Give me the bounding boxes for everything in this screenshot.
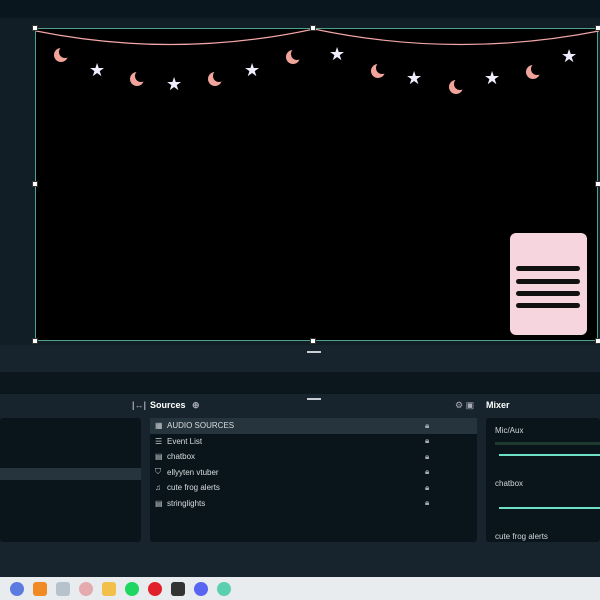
vtuber-icon: ⛉ — [155, 467, 161, 477]
svg-text:★: ★ — [406, 68, 422, 89]
remote-desktop-icon[interactable] — [56, 581, 70, 596]
mixer-channel-label: cute frog alerts — [495, 532, 548, 541]
source-label: ellyyten vtuber — [167, 467, 219, 477]
event-list-widget — [510, 233, 587, 335]
resize-handle[interactable] — [32, 338, 38, 344]
sources-title: Sources — [150, 400, 186, 410]
taskbar — [0, 577, 600, 600]
streamlabs-icon[interactable] — [217, 581, 231, 596]
resize-handle[interactable] — [32, 181, 38, 187]
source-item[interactable]: ▤ stringlights 🔒︎ — [150, 496, 477, 512]
discord-icon[interactable] — [194, 581, 208, 596]
svg-text:★: ★ — [166, 74, 182, 95]
scene-item-selected[interactable] — [0, 468, 141, 480]
resize-handle[interactable] — [595, 338, 600, 344]
footer-bar — [0, 543, 600, 577]
add-source-icon[interactable]: ⊕ — [192, 400, 200, 411]
source-label: stringlights — [167, 498, 206, 508]
mixer-channel-label: Mic/Aux — [495, 426, 524, 435]
opera-icon[interactable] — [148, 581, 162, 596]
resize-handle[interactable] — [32, 25, 38, 31]
source-item[interactable]: ▤ chatbox 🔒︎ — [150, 449, 477, 465]
mixer-panel: Mic/Aux chatbox cute frog alerts — [486, 418, 600, 542]
app-icon[interactable] — [33, 581, 47, 596]
lock-icon[interactable]: 🔒︎ — [425, 436, 429, 446]
paint-icon[interactable] — [79, 581, 93, 596]
panel-drag-handle[interactable] — [307, 398, 321, 400]
top-bar — [0, 0, 600, 18]
splitter[interactable] — [0, 345, 600, 372]
source-item[interactable]: ☰ Event List 🔒︎ — [150, 434, 477, 450]
svg-text:★: ★ — [561, 46, 577, 67]
sticky-notes-icon[interactable] — [171, 581, 185, 596]
folder-icon: ▦ — [155, 421, 163, 431]
bell-icon: ♫ — [155, 483, 161, 493]
resize-handle[interactable] — [595, 25, 600, 31]
svg-text:★: ★ — [89, 60, 105, 81]
lock-icon[interactable]: 🔒︎ — [425, 467, 429, 477]
lock-icon[interactable]: 🔒︎ — [425, 421, 429, 431]
sources-list: ▦ AUDIO SOURCES 🔒︎ ☰ Event List 🔒︎ ▤ chatbox 🔒… — [150, 418, 477, 542]
volume-slider[interactable] — [499, 507, 600, 509]
volume-slider[interactable] — [499, 454, 600, 456]
toolbar-band — [0, 372, 600, 394]
file-icon: ▤ — [155, 498, 163, 508]
resize-handle[interactable] — [310, 25, 316, 31]
source-label: Event List — [167, 436, 203, 446]
source-item[interactable]: ♫ cute frog alerts 🔒︎ — [150, 480, 477, 496]
svg-text:★: ★ — [484, 68, 500, 89]
list-icon: ☰ — [155, 436, 163, 446]
spotify-icon[interactable] — [125, 581, 139, 596]
source-label: chatbox — [167, 452, 196, 462]
source-item[interactable]: ▦ AUDIO SOURCES 🔒︎ — [150, 418, 477, 434]
lock-icon[interactable]: 🔒︎ — [425, 483, 429, 493]
lock-icon[interactable]: 🔒︎ — [425, 498, 429, 508]
mixer-settings-icon[interactable]: ⚙ ▣ — [455, 400, 474, 411]
stream-canvas[interactable]: ★ ★ ★ ★ ★ ★ ★ — [35, 28, 599, 341]
file-explorer-icon[interactable] — [102, 581, 116, 596]
source-item[interactable]: ⛉ ellyyten vtuber 🔒︎ — [150, 465, 477, 481]
mixer-channel-label: chatbox — [495, 479, 524, 488]
source-label: AUDIO SOURCES — [167, 421, 235, 431]
scenes-panel — [0, 418, 141, 542]
svg-text:★: ★ — [244, 60, 260, 81]
source-label: cute frog alerts — [167, 483, 220, 493]
lock-icon[interactable]: 🔒︎ — [425, 452, 429, 462]
mixer-title: Mixer — [486, 400, 510, 410]
svg-text:★: ★ — [329, 44, 345, 65]
collapse-icon[interactable]: |↔| — [132, 400, 146, 410]
resize-handle[interactable] — [310, 338, 316, 344]
resize-handle[interactable] — [595, 181, 600, 187]
file-icon: ▤ — [155, 452, 163, 462]
copilot-icon[interactable] — [10, 581, 24, 596]
